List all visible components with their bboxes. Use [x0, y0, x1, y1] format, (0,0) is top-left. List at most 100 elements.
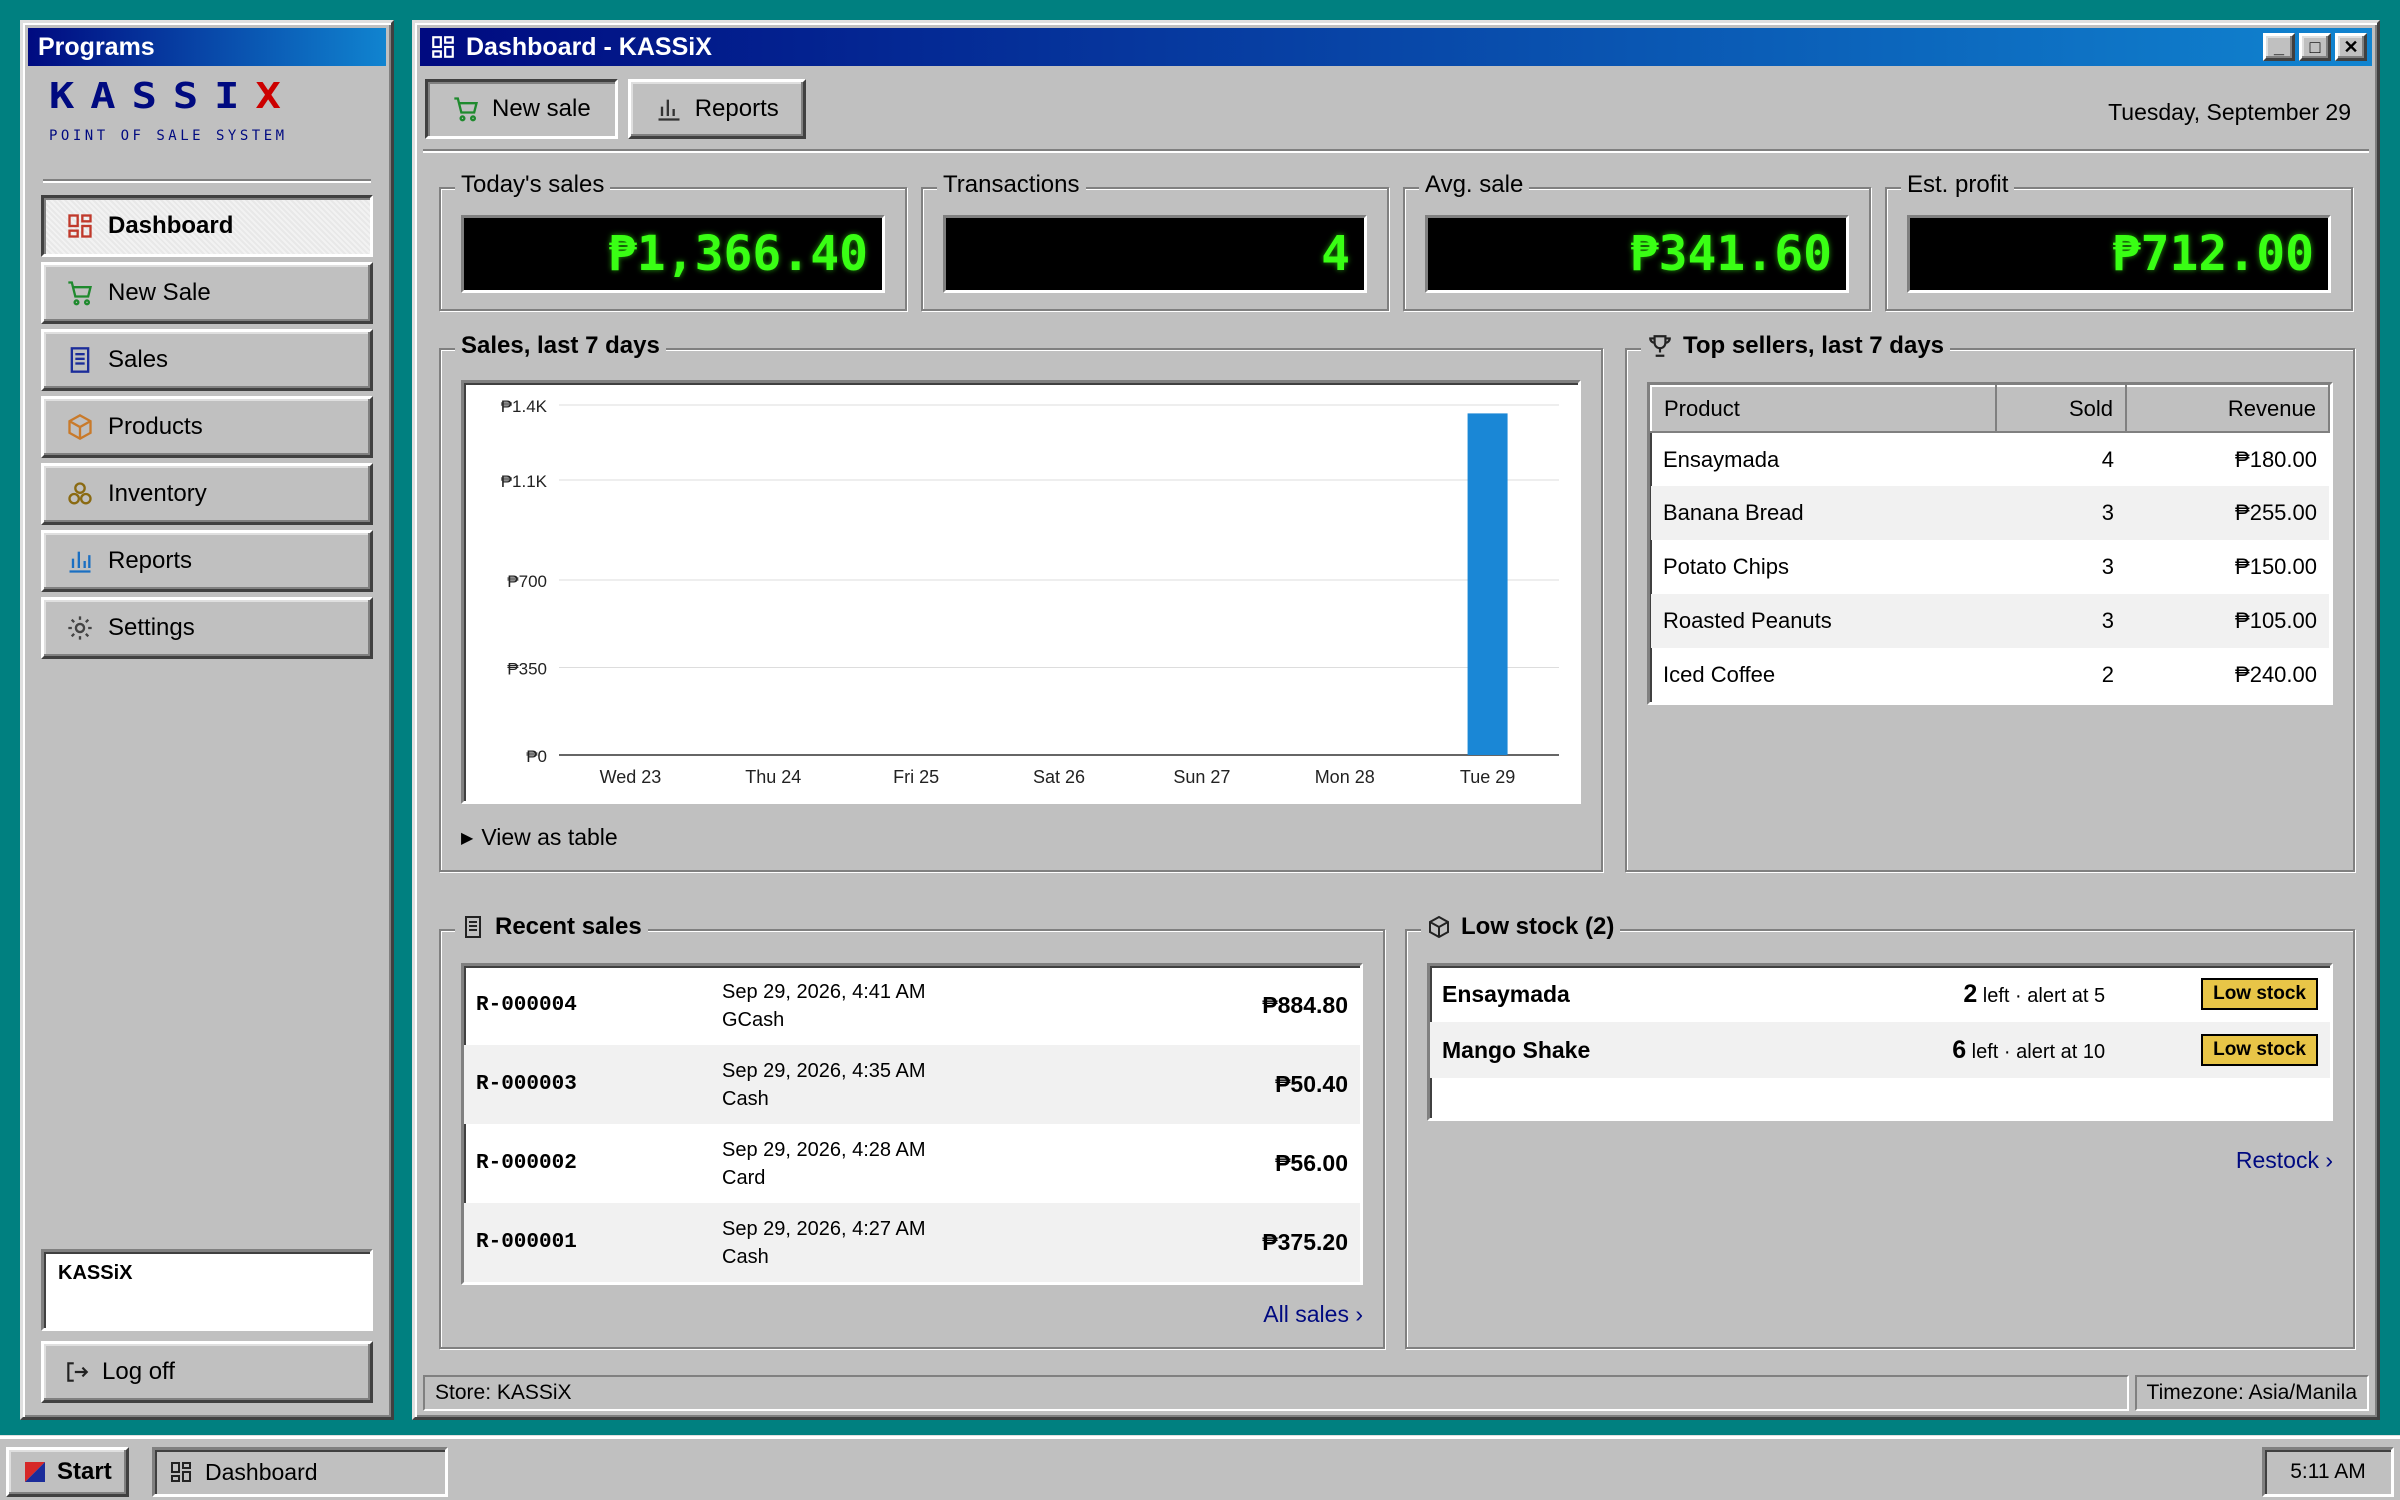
table-row[interactable]: Potato Chips 3 ₱150.00: [1651, 540, 2329, 594]
programs-panel: Programs KASSIX POINT OF SALE SYSTEM Das…: [20, 20, 394, 1420]
timezone-status: Timezone: Asia/Manila: [2134, 1375, 2369, 1411]
sales-bar-chart: ₱0 ₱350 ₱700 ₱1.1K ₱1.4K Wed 23 Thu 24 Fri 25 Sa…: [501, 397, 1559, 787]
start-button[interactable]: Start: [6, 1447, 129, 1497]
dashboard-icon: [171, 1462, 191, 1482]
kassix-logo: KASSIX POINT OF SALE SYSTEM: [49, 75, 379, 193]
column-header-sold[interactable]: Sold: [1995, 385, 2127, 433]
view-as-table-toggle[interactable]: ▶ View as table: [461, 824, 618, 851]
window-controls: _ □ ✕: [2263, 33, 2367, 61]
new-sale-button[interactable]: New sale: [425, 79, 618, 139]
close-icon: ✕: [2343, 36, 2359, 57]
taskbar: Start Dashboard 5:11 AM: [0, 1436, 2400, 1500]
x-tick-label: Tue 29: [1460, 767, 1515, 787]
kpi-value: 4: [943, 215, 1367, 293]
nav-item-settings[interactable]: Settings: [41, 597, 373, 659]
kpi-value: ₱341.60: [1425, 215, 1849, 293]
cart-icon: [454, 97, 478, 122]
close-button[interactable]: ✕: [2335, 33, 2367, 61]
new-sale-label: New sale: [492, 95, 591, 122]
store-status: Store: KASSiX: [423, 1375, 2129, 1411]
list-item[interactable]: Ensaymada 2 left · alert at 5 Low stock: [1430, 966, 2330, 1022]
restock-link[interactable]: Restock ›: [2236, 1147, 2333, 1174]
maximize-button[interactable]: □: [2299, 33, 2331, 61]
reports-button[interactable]: Reports: [627, 79, 806, 139]
sale-date: Sep 29, 2026, 4:41 AM: [722, 980, 926, 1003]
table-row[interactable]: Iced Coffee 2 ₱240.00: [1651, 648, 2329, 702]
x-tick-label: Thu 24: [745, 767, 801, 787]
column-header-revenue[interactable]: Revenue: [2125, 385, 2330, 433]
task-label: Dashboard: [205, 1458, 318, 1485]
all-sales-link[interactable]: All sales ›: [1263, 1301, 1363, 1328]
kpi-value: ₱712.00: [1907, 215, 2331, 293]
maximize-icon: □: [2309, 36, 2321, 57]
sold-cell: 4: [2101, 446, 2114, 472]
list-item[interactable]: R-000002 Sep 29, 2026, 4:28 AM Card ₱56.0…: [464, 1124, 1360, 1203]
programs-title: Programs: [38, 32, 155, 61]
receipt-id: R-000004: [476, 994, 577, 1017]
logo-wordmark: KASSIX: [49, 75, 297, 117]
nav-item-label: Sales: [108, 346, 169, 373]
column-header-product[interactable]: Product: [1650, 385, 1997, 433]
product-cell: Ensaymada: [1663, 446, 1780, 472]
current-date: Tuesday, September 29: [2108, 99, 2351, 125]
y-tick-label: ₱1.4K: [501, 397, 548, 416]
taskbar-item-dashboard[interactable]: Dashboard: [152, 1447, 448, 1497]
nav-item-new-sale[interactable]: New Sale: [41, 262, 373, 324]
triangle-right-icon: ▶: [461, 829, 474, 847]
list-item[interactable]: Mango Shake 6 left · alert at 10 Low sto…: [1430, 1022, 2330, 1078]
table-row[interactable]: Roasted Peanuts 3 ₱105.00: [1651, 594, 2329, 648]
clock: 5:11 AM: [2262, 1447, 2394, 1497]
y-tick-label: ₱350: [507, 660, 547, 679]
start-label: Start: [57, 1458, 112, 1485]
sale-meta: Sep 29, 2026, 4:27 AM Cash: [722, 1215, 1262, 1271]
sale-amount: ₱56.00: [1275, 1150, 1348, 1176]
nav-item-label: Dashboard: [108, 212, 234, 239]
nav-item-inventory[interactable]: Inventory: [41, 463, 373, 525]
table-row[interactable]: Ensaymada 4 ₱180.00: [1651, 432, 2329, 486]
kpi-transactions: Transactions 4: [921, 171, 1389, 311]
nav-item-dashboard[interactable]: Dashboard: [41, 195, 373, 257]
table-row[interactable]: Banana Bread 3 ₱255.00: [1651, 486, 2329, 540]
receipt-id: R-000001: [476, 1231, 577, 1254]
list-item[interactable]: R-000004 Sep 29, 2026, 4:41 AM GCash ₱884…: [464, 966, 1360, 1045]
list-item[interactable]: R-000001 Sep 29, 2026, 4:27 AM Cash ₱375.…: [464, 1203, 1360, 1282]
x-tick-label: Wed 23: [600, 767, 662, 787]
kpi-est-profit: Est. profit ₱712.00: [1885, 171, 2353, 311]
cart-icon: [68, 281, 92, 306]
sold-cell: 3: [2101, 554, 2114, 579]
stock-quantity: 6 left · alert at 10: [1952, 1035, 2106, 1064]
dashboard-icon: [432, 36, 454, 58]
low-stock-panel: Low stock (2) Ensaymada 2 left · alert a…: [1405, 913, 2355, 1349]
sale-amount: ₱50.40: [1275, 1071, 1348, 1097]
nav-item-label: Reports: [108, 547, 193, 574]
dashboard-icon: [68, 214, 92, 238]
receipt-icon: [465, 916, 481, 938]
receipt-icon: [70, 347, 90, 373]
sales-chart-title: Sales, last 7 days: [455, 332, 666, 360]
nav-item-products[interactable]: Products: [41, 396, 373, 458]
window-titlebar: Dashboard - KASSiX: [420, 28, 2372, 66]
list-item[interactable]: R-000003 Sep 29, 2026, 4:35 AM Cash ₱50.4…: [464, 1045, 1360, 1124]
username: KASSiX: [58, 1262, 133, 1284]
y-tick-label: ₱0: [526, 747, 547, 766]
minimize-icon: _: [2273, 36, 2284, 57]
divider: [43, 179, 371, 183]
gear-icon: [68, 616, 92, 640]
logoff-button[interactable]: Log off: [41, 1341, 373, 1403]
top-sellers-table: Product Sold Revenue Ensaymada 4 ₱180.00 B…: [1650, 385, 2330, 702]
nav-item-label: New Sale: [108, 279, 211, 306]
programs-titlebar: Programs: [28, 28, 386, 66]
low-stock-title: Low stock (2): [1421, 913, 1621, 941]
minimize-button[interactable]: _: [2263, 33, 2295, 61]
receipt-id: R-000002: [476, 1152, 577, 1175]
payment-method: Cash: [722, 1087, 769, 1110]
nav-item-sales[interactable]: Sales: [41, 329, 373, 391]
sale-date: Sep 29, 2026, 4:27 AM: [722, 1217, 926, 1240]
nav-item-reports[interactable]: Reports: [41, 530, 373, 592]
sale-meta: Sep 29, 2026, 4:41 AM GCash: [722, 978, 1262, 1034]
revenue-cell: ₱180.00: [2235, 446, 2317, 472]
sale-date: Sep 29, 2026, 4:28 AM: [722, 1138, 926, 1161]
recent-sales-title: Recent sales: [455, 913, 648, 941]
sold-cell: 3: [1996, 594, 2126, 648]
y-tick-label: ₱700: [507, 572, 547, 591]
